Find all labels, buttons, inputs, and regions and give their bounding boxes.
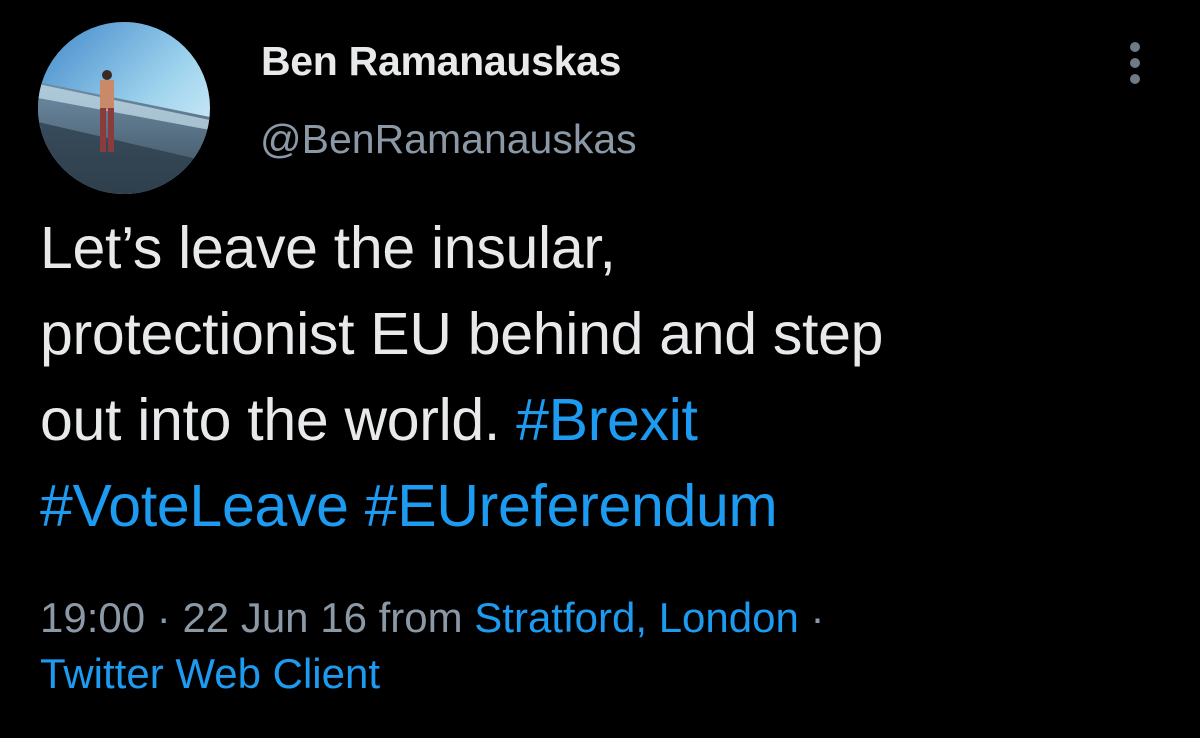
hashtag-eureferendum[interactable]: #EUreferendum — [365, 473, 778, 539]
tweet-location-link[interactable]: Stratford, London — [474, 594, 799, 641]
tweet-text-line: #VoteLeave #EUreferendum — [40, 463, 1180, 549]
hashtag-brexit[interactable]: #Brexit — [516, 387, 698, 453]
meta-line: Twitter Web Client — [40, 646, 825, 702]
avatar[interactable] — [38, 22, 210, 194]
author-handle[interactable]: @BenRamanauskas — [260, 116, 637, 163]
hashtag-voteleave[interactable]: #VoteLeave — [40, 473, 349, 539]
tweet-text-line: out into the world. #Brexit — [40, 377, 1180, 463]
meta-from: from — [366, 594, 475, 641]
author-name[interactable]: Ben Ramanauskas — [261, 38, 621, 85]
more-vertical-icon[interactable] — [1120, 40, 1150, 86]
meta-line: 19:00 · 22 Jun 16 from Stratford, London… — [40, 590, 825, 646]
tweet-time[interactable]: 19:00 — [40, 594, 145, 641]
tweet-text: Let’s leave the insular, protectionist E… — [40, 205, 1180, 549]
tweet: Ben Ramanauskas @BenRamanauskas Let’s le… — [0, 0, 1200, 738]
tweet-text-line: protectionist EU behind and step — [40, 301, 884, 367]
tweet-date[interactable]: 22 Jun 16 — [182, 594, 367, 641]
meta-separator: · — [798, 594, 825, 641]
meta-separator: · — [145, 594, 183, 641]
tweet-client-link[interactable]: Twitter Web Client — [40, 650, 380, 697]
tweet-text-line: Let’s leave the insular, — [40, 215, 616, 281]
tweet-text-fragment: out into the world. — [40, 387, 517, 453]
tweet-meta: 19:00 · 22 Jun 16 from Stratford, London… — [40, 590, 825, 702]
